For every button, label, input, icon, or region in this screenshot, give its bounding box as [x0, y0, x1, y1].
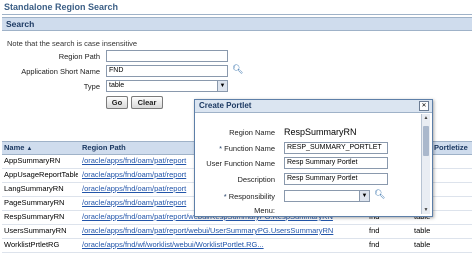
dialog-scrollbar[interactable]: ▲ ▼	[421, 114, 430, 214]
type-label: Type	[83, 82, 100, 91]
row-type: table	[414, 226, 431, 235]
region-name-value: RespSummaryRN	[284, 127, 357, 137]
clear-button[interactable]: Clear	[131, 96, 163, 109]
create-portlet-dialog: Create Portlet ✕ Region Name RespSummary…	[194, 99, 433, 217]
description-input[interactable]: Resp Summary Portlet	[284, 173, 388, 185]
scroll-up-icon[interactable]: ▲	[422, 114, 430, 122]
column-name[interactable]: Name ▲	[4, 143, 32, 152]
dialog-title: Create Portlet	[199, 101, 252, 110]
row-name: AppSummaryRN	[4, 156, 61, 165]
responsibility-select[interactable]: ▼	[284, 190, 370, 202]
type-select-value: table	[109, 82, 125, 89]
user-function-name-input[interactable]: Resp Summary Portlet	[284, 157, 388, 169]
chevron-down-icon: ▼	[217, 81, 227, 91]
region-path-input[interactable]	[106, 50, 228, 62]
table-row: UsersSummaryRN /oracle/apps/fnd/oam/pat/…	[2, 224, 472, 239]
search-header-label: Search	[6, 19, 35, 29]
column-portletize: Portletize	[434, 143, 468, 152]
dialog-title-bar: Create Portlet ✕	[195, 100, 432, 113]
app-short-name-input[interactable]: FND	[106, 65, 228, 77]
row-name: AppUsageReportTable	[4, 170, 78, 179]
responsibility-label: * Responsibility	[223, 192, 275, 201]
title-divider	[2, 14, 472, 15]
close-icon[interactable]: ✕	[419, 101, 429, 111]
app-short-name-label: Application Short Name	[21, 67, 100, 76]
search-icon[interactable]: 🔍︎	[374, 189, 385, 200]
case-note: Note that the search is case insensitive	[7, 39, 138, 48]
table-row: WorklistPrtletRG /oracle/apps/fnd/wf/wor…	[2, 238, 472, 253]
go-button[interactable]: Go	[106, 96, 128, 109]
scrollbar-thumb[interactable]	[423, 126, 429, 156]
row-name: RespSummaryRN	[4, 212, 65, 221]
search-icon[interactable]: 🔍︎	[232, 64, 243, 75]
row-region-path-link[interactable]: /oracle/apps/fnd/wf/worklist/webui/Workl…	[82, 240, 367, 249]
row-region-path-link[interactable]: /oracle/apps/fnd/oam/pat/report/webui/Us…	[82, 226, 367, 235]
page-title: Standalone Region Search	[4, 2, 119, 12]
row-name: LangSummaryRN	[4, 184, 64, 193]
menu-label: Menu:	[254, 206, 275, 214]
search-section-header: Search	[2, 17, 472, 31]
row-type: table	[414, 240, 431, 249]
scroll-down-icon[interactable]: ▼	[422, 206, 430, 214]
row-name: WorklistPrtletRG	[4, 240, 60, 249]
row-name: UsersSummaryRN	[4, 226, 67, 235]
description-label: Description	[237, 175, 275, 184]
dialog-body: Region Name RespSummaryRN * Function Nam…	[199, 114, 425, 214]
row-name: PageSummaryRN	[4, 198, 65, 207]
user-function-name-label: User Function Name	[206, 159, 275, 168]
column-region-path: Region Path	[82, 143, 126, 152]
region-path-label: Region Path	[58, 52, 100, 61]
function-name-input[interactable]: RESP_SUMMARY_PORTLET	[284, 142, 388, 154]
row-app: fnd	[369, 240, 380, 249]
row-app: fnd	[369, 226, 380, 235]
sort-ascending-icon: ▲	[26, 146, 33, 152]
region-name-label: Region Name	[229, 128, 275, 137]
type-select[interactable]: table ▼	[106, 80, 228, 92]
function-name-label: * Function Name	[219, 144, 275, 153]
chevron-down-icon: ▼	[359, 191, 369, 201]
